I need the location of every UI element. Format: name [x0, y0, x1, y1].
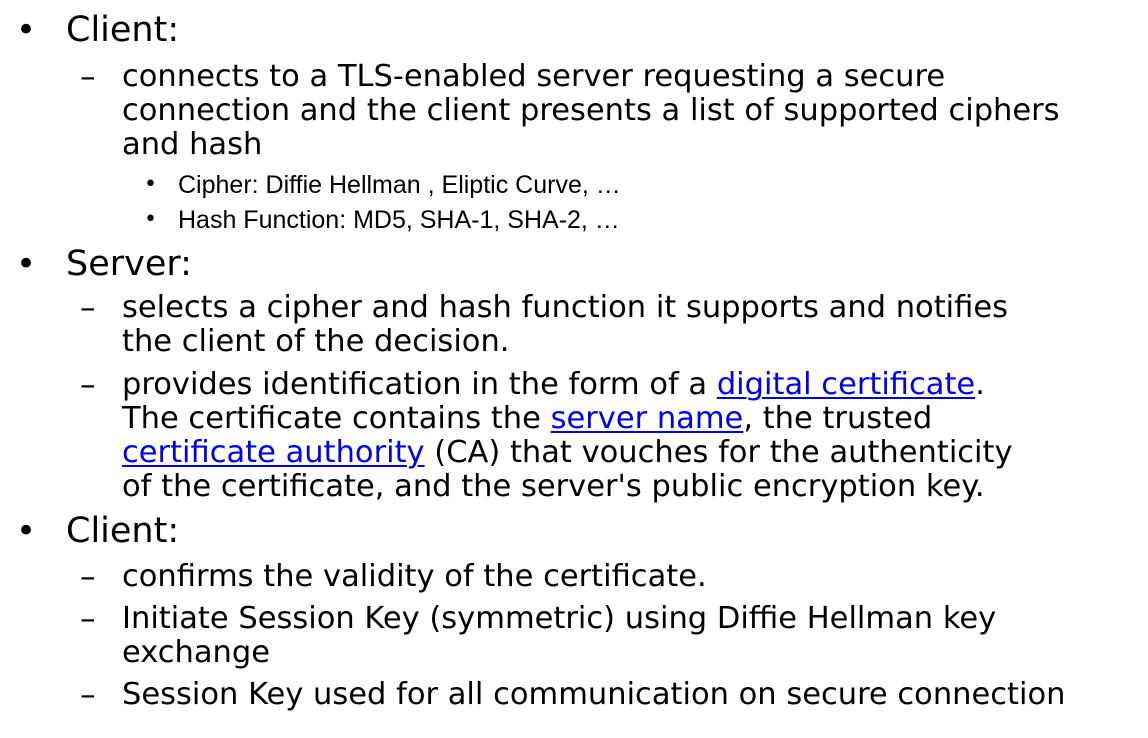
level3-bullet: •: [144, 172, 157, 197]
section-heading-client: Client:: [66, 511, 180, 551]
level2-dash: –: [80, 601, 96, 637]
server-provides-line-1: provides identification in the form of a…: [122, 367, 985, 402]
level1-bullet: •: [16, 244, 37, 284]
level3-bullet: •: [144, 207, 157, 232]
section-heading-server: Server:: [66, 244, 192, 284]
server-provides-line-3: certificate authority (CA) that vouches …: [122, 435, 1013, 470]
client-connects-line-2: connection and the client presents a lis…: [122, 93, 1060, 128]
client-connects-line-3: and hash: [122, 127, 263, 162]
client-initiate-line-1: Initiate Session Key (symmetric) using D…: [122, 601, 997, 636]
server-provides-line-2: The certificate contains the server name…: [122, 401, 933, 436]
hash-function-list: Hash Function: MD5, SHA-1, SHA-2, …: [178, 206, 620, 234]
cipher-list: Cipher: Diffie Hellman , Eliptic Curve, …: [178, 171, 621, 199]
server-selects-line-2: the client of the decision.: [122, 324, 510, 359]
client-initiate-line-2: exchange: [122, 635, 270, 670]
server-provides-line-4: of the certificate, and the server's pub…: [122, 469, 985, 504]
level1-bullet: •: [16, 511, 37, 551]
level2-dash: –: [80, 290, 96, 326]
level2-dash: –: [80, 59, 96, 95]
level2-dash: –: [80, 677, 96, 713]
digital-certificate-link[interactable]: digital certificate: [717, 367, 975, 402]
slide: • Client: – connects to a TLS-enabled se…: [0, 0, 1148, 738]
client-confirms-line: confirms the validity of the certificate…: [122, 559, 707, 594]
level2-dash: –: [80, 559, 96, 595]
level2-dash: –: [80, 367, 96, 403]
session-key-line: Session Key used for all communication o…: [122, 677, 1066, 712]
section-heading-client: Client:: [66, 10, 180, 50]
certificate-authority-link[interactable]: certificate authority: [122, 435, 425, 470]
server-name-link[interactable]: server name: [551, 401, 744, 436]
server-selects-line-1: selects a cipher and hash function it su…: [122, 290, 1009, 325]
client-connects-line-1: connects to a TLS-enabled server request…: [122, 59, 946, 94]
level1-bullet: •: [16, 10, 37, 50]
